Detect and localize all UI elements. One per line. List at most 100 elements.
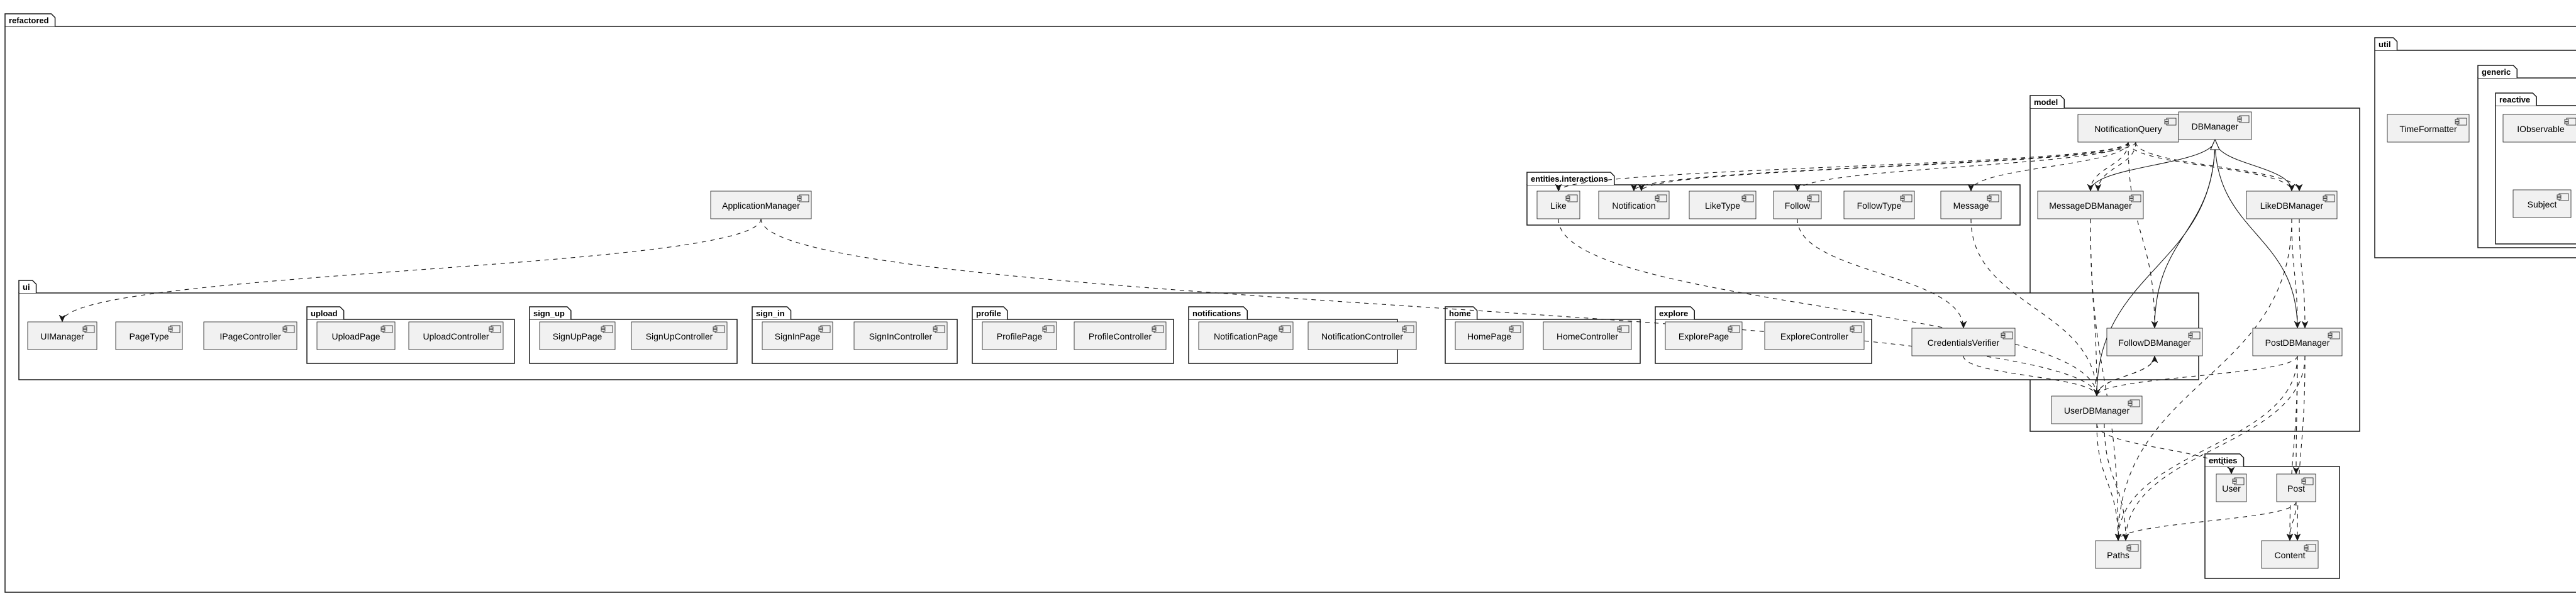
component-icon (1655, 194, 1667, 202)
component-upload-controller[interactable]: UploadController (408, 321, 504, 350)
component-message[interactable]: Message (1940, 190, 2002, 219)
component-icon (1850, 325, 1862, 333)
package-frame (2029, 108, 2360, 432)
component-label: FollowType (1857, 201, 1902, 211)
component-label: Follow (1785, 201, 1811, 211)
component-label: HomeController (1557, 331, 1618, 341)
component-notification[interactable]: Notification (1598, 190, 1670, 219)
component-icon (2128, 399, 2140, 407)
component-label: HomePage (1467, 331, 1511, 341)
component-icon (1279, 325, 1291, 333)
component-user-dbmanager[interactable]: UserDBManager (2051, 395, 2143, 424)
component-icon (1987, 194, 1999, 202)
component-label: ExplorePage (1679, 331, 1729, 341)
component-paths[interactable]: Paths (2095, 540, 2141, 569)
component-notification-controller[interactable]: NotificationController (1307, 321, 1417, 350)
component-label: SignInPage (775, 331, 821, 341)
component-like-type[interactable]: LikeType (1689, 190, 1757, 219)
component-label: ProfilePage (997, 331, 1043, 341)
component-follow-dbmanager[interactable]: FollowDBManager (2106, 328, 2203, 356)
component-label: IPageController (219, 331, 281, 341)
component-explore-controller[interactable]: ExploreController (1764, 321, 1865, 350)
component-label: Subject (2528, 199, 2557, 209)
component-label: UserDBManager (2064, 406, 2130, 416)
component-like[interactable]: Like (1536, 190, 1580, 219)
component-icon (2323, 194, 2335, 202)
component-page-type[interactable]: PageType (115, 321, 183, 350)
component-label: PostDBManager (2265, 338, 2330, 348)
component-explore-page[interactable]: ExplorePage (1665, 321, 1743, 350)
component-label: DBManager (2192, 121, 2239, 131)
component-icon (713, 325, 725, 333)
component-profile-page[interactable]: ProfilePage (982, 321, 1057, 350)
package-label: refactored (9, 16, 49, 25)
component-user[interactable]: User (2216, 473, 2247, 502)
packages-layer: refactored util generic reactive model entiti… (4, 13, 2576, 593)
component-icon (168, 325, 180, 333)
component-label: LikeType (1705, 201, 1740, 211)
component-icon (1565, 194, 1578, 202)
component-home-page[interactable]: HomePage (1455, 321, 1524, 350)
component-home-controller[interactable]: HomeController (1543, 321, 1632, 350)
package-label: ui (23, 282, 30, 292)
component-dbmanager[interactable]: DBManager (2178, 111, 2252, 140)
package-label: util (2379, 40, 2391, 49)
component-sign-in-controller[interactable]: SignInController (853, 321, 948, 350)
component-label: SignUpPage (553, 331, 602, 341)
component-icon (933, 325, 945, 333)
component-upload-page[interactable]: UploadPage (316, 321, 396, 350)
component-subject[interactable]: Subject (2512, 189, 2572, 218)
component-ipage-controller[interactable]: IPageController (203, 321, 297, 350)
component-icon (1402, 325, 1414, 333)
component-label: MessageDBManager (2049, 201, 2132, 211)
component-icon (1042, 325, 1055, 333)
component-icon (380, 325, 393, 333)
package-label: sign_up (533, 309, 565, 318)
component-profile-controller[interactable]: ProfileController (1074, 321, 1167, 350)
component-post-dbmanager[interactable]: PostDBManager (2252, 328, 2343, 356)
component-label: Content (2274, 550, 2305, 560)
component-label: ProfileController (1089, 331, 1152, 341)
component-diagram: refactored util generic reactive model entiti… (4, 13, 2576, 593)
component-time-formatter[interactable]: TimeFormatter (2387, 114, 2470, 143)
component-label: UIManager (40, 331, 84, 341)
component-icon (2237, 115, 2250, 123)
component-icon (2328, 331, 2340, 339)
component-label: NotificationQuery (2094, 124, 2162, 134)
component-content[interactable]: Content (2261, 540, 2319, 569)
component-icon (1152, 325, 1164, 333)
component-icon (489, 325, 501, 333)
component-label: ExploreController (1780, 331, 1848, 341)
component-application-manager[interactable]: ApplicationManager (710, 190, 812, 219)
package-label: upload (311, 309, 338, 318)
component-label: NotificationController (1321, 331, 1403, 341)
component-icon (2001, 331, 2013, 339)
component-like-dbmanager[interactable]: LikeDBManager (2246, 190, 2338, 219)
package-label: reactive (2499, 95, 2530, 104)
component-message-dbmanager[interactable]: MessageDBManager (2037, 190, 2144, 219)
package-label: notifications (1192, 309, 1241, 318)
component-sign-in-page[interactable]: SignInPage (762, 321, 833, 350)
component-icon (1617, 325, 1629, 333)
component-label: Like (1550, 201, 1567, 211)
component-iobservable[interactable]: IObservable (2502, 114, 2576, 143)
package-label: model (2034, 97, 2058, 107)
component-label: SignUpController (646, 331, 713, 341)
component-label: Message (1953, 201, 1989, 211)
component-credentials-verifier[interactable]: CredentialsVerifier (1911, 328, 2016, 356)
component-follow-type[interactable]: FollowType (1843, 190, 1915, 219)
component-sign-up-page[interactable]: SignUpPage (539, 321, 616, 350)
component-notification-query[interactable]: NotificationQuery (2077, 114, 2179, 143)
component-post[interactable]: Post (2276, 473, 2316, 502)
component-label: LikeDBManager (2260, 201, 2324, 211)
component-uimanager[interactable]: UIManager (27, 321, 97, 350)
component-icon (1741, 194, 1754, 202)
component-label: User (2222, 483, 2241, 494)
component-sign-up-controller[interactable]: SignUpController (631, 321, 728, 350)
component-notification-page[interactable]: NotificationPage (1198, 321, 1294, 350)
component-follow[interactable]: Follow (1773, 190, 1822, 219)
package-label: generic (2482, 67, 2511, 77)
component-icon (601, 325, 613, 333)
component-label: UploadController (423, 331, 489, 341)
package-label: profile (976, 309, 1001, 318)
